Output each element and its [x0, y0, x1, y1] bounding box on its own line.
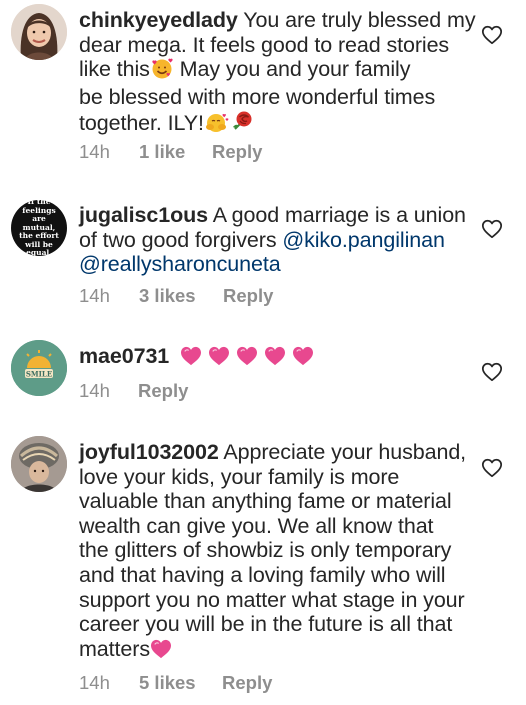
comment-line: wealth can give you. We all know that [79, 513, 434, 538]
comment-line: love your kids, your family is more [79, 464, 400, 489]
comment-line: valuable than anything fame or material [79, 489, 452, 514]
like-heart-icon[interactable] [481, 457, 503, 479]
comment-line: matters [79, 636, 150, 661]
comment-line: career you will be in the future is all … [79, 612, 453, 637]
likes-count[interactable]: 1 like [139, 141, 212, 163]
comment-line: and that having a loving family who will [79, 562, 446, 587]
comment-line: of two good forgivers [79, 227, 283, 252]
hugging-face-icon [204, 111, 230, 139]
pink-heart-icon [150, 639, 172, 665]
smile-logo-icon: SMILE [11, 340, 67, 396]
reply-button[interactable]: Reply [223, 285, 273, 307]
comment-username[interactable]: chinkyeyedlady [79, 8, 238, 32]
avatar-smile-text: SMILE [26, 370, 52, 379]
comment-timestamp: 14h [79, 672, 110, 693]
comment-text: chinkyeyedlady You are truly blessed my … [79, 8, 476, 139]
likes-count[interactable]: 3 likes [139, 285, 223, 307]
comment-line: You are truly blessed my [237, 8, 476, 32]
girl-portrait-icon [11, 4, 67, 60]
comment-text: jugalisc1ous A good marriage is a union … [79, 203, 466, 277]
avatar[interactable] [11, 436, 67, 492]
comment-timestamp: 14h [79, 141, 110, 162]
comment-meta: 14h Reply [79, 380, 188, 402]
pink-heart-icon [208, 346, 230, 372]
likes-count[interactable]: 5 likes [139, 672, 222, 694]
pink-heart-icon [236, 346, 258, 372]
comment-meta: 14h 5 likes Reply [79, 672, 272, 694]
avatar-quote-text: If the feelings are mutual, the effort w… [19, 200, 59, 256]
comment-username[interactable]: joyful1032002 [79, 440, 219, 464]
like-heart-icon[interactable] [481, 361, 503, 383]
pink-heart-icon [264, 346, 286, 372]
reply-button[interactable]: Reply [212, 141, 262, 163]
avatar[interactable]: SMILE [11, 340, 67, 396]
mention-link[interactable]: @kiko.pangilinan [282, 228, 445, 252]
comment-line: be blessed with more wonderful times [79, 84, 436, 109]
smiling-face-with-hearts-icon [150, 57, 174, 85]
comment-meta: 14h 1 like Reply [79, 141, 262, 163]
pink-heart-icon [292, 346, 314, 372]
avatar[interactable]: If the feelings are mutual, the effort w… [11, 200, 67, 256]
like-heart-icon[interactable] [481, 24, 503, 46]
reply-button[interactable]: Reply [138, 380, 188, 402]
comment-line: support you no matter what stage in your [79, 587, 465, 612]
comment-text: mae0731 [79, 344, 464, 372]
comment-text: joyful1032002 Appreciate your husband, l… [79, 440, 467, 665]
comment-username[interactable]: jugalisc1ous [79, 203, 208, 227]
like-heart-icon[interactable] [481, 218, 503, 240]
comment-line: May you and your family [173, 57, 411, 82]
comment-timestamp: 14h [79, 285, 110, 306]
comment-line: A good marriage is a union [208, 203, 466, 227]
comment-line: dear mega. It feels good to read stories [79, 32, 450, 57]
comment-meta: 14h 3 likes Reply [79, 285, 273, 307]
comment-line: like this [79, 57, 150, 82]
comment-username[interactable]: mae0731 [79, 344, 169, 368]
comment-line: Appreciate your husband, [218, 440, 467, 464]
avatar[interactable] [11, 4, 67, 60]
comment-line: the glitters of showbiz is only temporar… [79, 538, 452, 563]
turban-portrait-icon [11, 436, 67, 492]
rose-icon [230, 109, 254, 139]
pink-heart-icon [180, 346, 202, 372]
comment-line: together. ILY! [79, 111, 204, 136]
mention-link[interactable]: @reallysharoncuneta [79, 252, 281, 276]
comment-timestamp: 14h [79, 380, 110, 401]
reply-button[interactable]: Reply [222, 672, 272, 694]
